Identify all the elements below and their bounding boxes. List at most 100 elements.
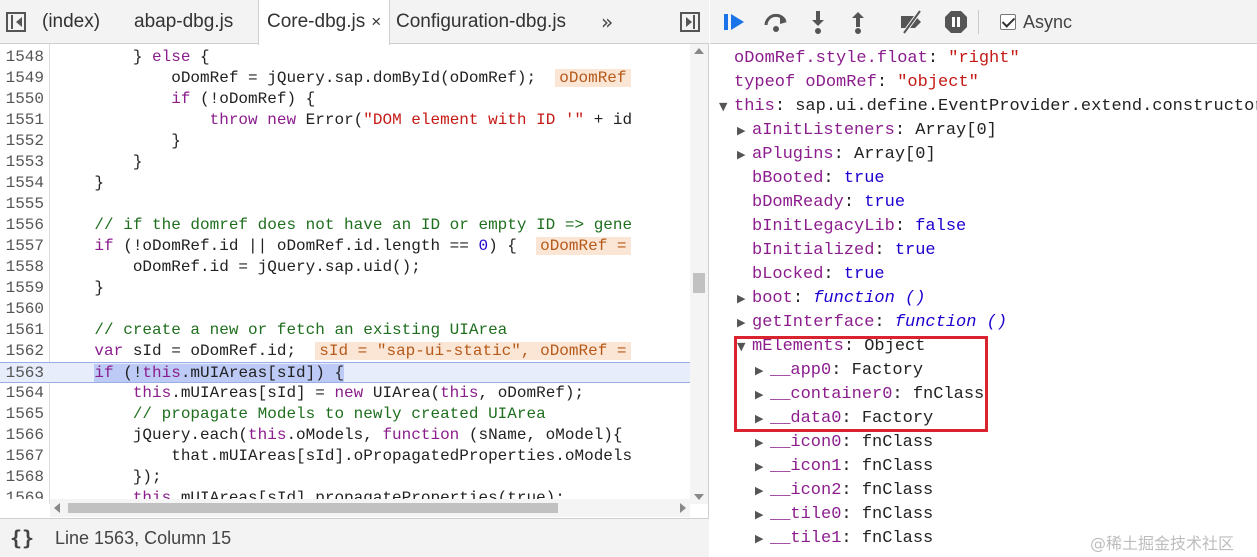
deactivate-breakpoints-icon[interactable]	[898, 8, 926, 36]
horizontal-scrollbar[interactable]	[50, 499, 690, 517]
line-number[interactable]: 1557	[0, 236, 46, 257]
toggle-navigator-icon[interactable]	[6, 12, 26, 32]
tab-label: (index)	[42, 11, 101, 32]
code-line[interactable]: 1569 this.mUIAreas[sId].propagatePropert…	[0, 488, 690, 499]
line-number[interactable]: 1556	[0, 215, 46, 236]
code-line[interactable]: 1549 oDomRef = jQuery.sap.domById(oDomRe…	[0, 68, 690, 89]
collapsed-arrow-icon[interactable]: ▶	[755, 455, 763, 479]
scope-item-tile1[interactable]: ▶ __tile1: fnClass	[755, 527, 933, 551]
collapsed-arrow-icon[interactable]: ▶	[755, 479, 763, 503]
code-line[interactable]: 1548 } else {	[0, 47, 690, 68]
scroll-down-icon[interactable]	[694, 494, 704, 500]
line-number[interactable]: 1567	[0, 446, 46, 467]
scope-item-ainitlisteners[interactable]: ▶ aInitListeners: Array[0]	[737, 119, 997, 143]
scope-item-icon1[interactable]: ▶ __icon1: fnClass	[755, 455, 933, 479]
code-line[interactable]: 1552 }	[0, 131, 690, 152]
collapsed-arrow-icon[interactable]: ▶	[755, 431, 763, 455]
step-into-icon[interactable]	[804, 8, 832, 36]
code-line[interactable]: 1565 // propagate Models to newly create…	[0, 404, 690, 425]
scope-item-aplugins[interactable]: ▶ aPlugins: Array[0]	[737, 143, 936, 167]
scroll-thumb[interactable]	[68, 503, 558, 513]
code-line[interactable]: 1556 // if the domref does not have an I…	[0, 215, 690, 236]
line-number[interactable]: 1558	[0, 257, 46, 278]
toggle-debugger-sidebar-icon[interactable]	[680, 12, 700, 32]
scroll-thumb[interactable]	[693, 273, 705, 293]
scope-item-odomref-style-float[interactable]: oDomRef.style.float: "right"	[734, 47, 1020, 71]
line-number[interactable]: 1568	[0, 467, 46, 488]
code-area[interactable]: 1548 } else {1549 oDomRef = jQuery.sap.d…	[0, 44, 690, 499]
tab-abap-dbg[interactable]: abap-dbg.js	[134, 0, 233, 44]
scope-variables-panel[interactable]: oDomRef.style.float: "right" typeof oDomR…	[710, 44, 1257, 557]
pause-on-exceptions-icon[interactable]	[942, 8, 970, 36]
line-number[interactable]: 1550	[0, 89, 46, 110]
vertical-scrollbar[interactable]	[690, 44, 708, 504]
code-line[interactable]: 1564 this.mUIAreas[sId] = new UIArea(thi…	[0, 383, 690, 404]
code-line[interactable]: 1553 }	[0, 152, 690, 173]
collapsed-arrow-icon[interactable]: ▶	[737, 287, 745, 311]
scope-item-icon0[interactable]: ▶ __icon0: fnClass	[755, 431, 933, 455]
step-over-icon[interactable]	[762, 8, 790, 36]
scope-item-icon2[interactable]: ▶ __icon2: fnClass	[755, 479, 933, 503]
line-number[interactable]: 1569	[0, 488, 46, 499]
line-number[interactable]: 1552	[0, 131, 46, 152]
line-number[interactable]: 1555	[0, 194, 46, 215]
scope-item-this[interactable]: ▼ this: sap.ui.define.EventProvider.exten…	[719, 95, 1257, 119]
line-number[interactable]: 1554	[0, 173, 46, 194]
line-number[interactable]: 1559	[0, 278, 46, 299]
scroll-up-icon[interactable]	[694, 48, 704, 54]
code-line[interactable]: 1554 }	[0, 173, 690, 194]
code-line[interactable]: 1558 oDomRef.id = jQuery.sap.uid();	[0, 257, 690, 278]
scope-item-blocked[interactable]: bLocked: true	[752, 263, 885, 287]
collapsed-arrow-icon[interactable]: ▶	[737, 119, 745, 143]
close-tab-icon[interactable]: ×	[371, 12, 381, 31]
code-text: // if the domref does not have an ID or …	[94, 216, 633, 234]
scope-item-bdomready[interactable]: bDomReady: true	[752, 191, 905, 215]
scope-item-boot[interactable]: ▶ boot: function ()	[737, 287, 925, 311]
line-number[interactable]: 1551	[0, 110, 46, 131]
code-line[interactable]: 1551 throw new Error("DOM element with I…	[0, 110, 690, 131]
code-line[interactable]: 1562 var sId = oDomRef.id; sId = "sap-ui…	[0, 341, 690, 362]
step-out-icon[interactable]	[844, 8, 872, 36]
code-text: if (!oDomRef.id || oDomRef.id.length == …	[56, 236, 631, 257]
scroll-left-icon[interactable]	[54, 503, 60, 513]
code-line[interactable]: 1557 if (!oDomRef.id || oDomRef.id.lengt…	[0, 236, 690, 257]
pretty-print-button[interactable]: {}	[10, 526, 34, 550]
scope-item-bbooted[interactable]: bBooted: true	[752, 167, 885, 191]
async-checkbox[interactable]	[1000, 14, 1016, 30]
scope-item-typeof-odomref[interactable]: typeof oDomRef: "object"	[734, 71, 979, 95]
line-number[interactable]: 1553	[0, 152, 46, 173]
tab-core-dbg[interactable]: Core-dbg.js ×	[258, 0, 391, 45]
line-number[interactable]: 1562	[0, 341, 46, 362]
scroll-right-icon[interactable]	[680, 503, 686, 513]
line-number[interactable]: 1565	[0, 404, 46, 425]
line-number[interactable]: 1566	[0, 425, 46, 446]
line-number[interactable]: 1563	[0, 363, 46, 384]
scope-item-tile0[interactable]: ▶ __tile0: fnClass	[755, 503, 933, 527]
scope-item-binitialized[interactable]: bInitialized: true	[752, 239, 936, 263]
line-number[interactable]: 1548	[0, 47, 46, 68]
code-line[interactable]: 1560	[0, 299, 690, 320]
scope-item-binitlegacylib[interactable]: bInitLegacyLib: false	[752, 215, 966, 239]
code-line[interactable]: 1567 that.mUIAreas[sId].oPropagatedPrope…	[0, 446, 690, 467]
line-number[interactable]: 1564	[0, 383, 46, 404]
line-number[interactable]: 1560	[0, 299, 46, 320]
tab-configuration-dbg[interactable]: Configuration-dbg.js	[396, 0, 566, 44]
resume-icon[interactable]	[720, 8, 748, 36]
code-line[interactable]: 1550 if (!oDomRef) {	[0, 89, 690, 110]
line-number[interactable]: 1549	[0, 68, 46, 89]
code-line[interactable]: 1559 }	[0, 278, 690, 299]
collapsed-arrow-icon[interactable]: ▶	[755, 527, 763, 551]
code-line[interactable]: 1566 jQuery.each(this.oModels, function …	[0, 425, 690, 446]
code-line[interactable]: 1568 });	[0, 467, 690, 488]
code-line[interactable]: 1555	[0, 194, 690, 215]
collapsed-arrow-icon[interactable]: ▶	[737, 143, 745, 167]
code-line[interactable]: 1563 if (!this.mUIAreas[sId]) {	[0, 362, 690, 383]
collapsed-arrow-icon[interactable]: ▶	[737, 311, 745, 335]
scope-item-getinterface[interactable]: ▶ getInterface: function ()	[737, 311, 1007, 335]
line-number[interactable]: 1561	[0, 320, 46, 341]
collapsed-arrow-icon[interactable]: ▶	[755, 503, 763, 527]
code-line[interactable]: 1561 // create a new or fetch an existin…	[0, 320, 690, 341]
tab-index[interactable]: (index)	[42, 0, 100, 44]
expanded-arrow-icon[interactable]: ▼	[719, 95, 727, 119]
more-tabs-icon[interactable]: »	[601, 0, 613, 44]
